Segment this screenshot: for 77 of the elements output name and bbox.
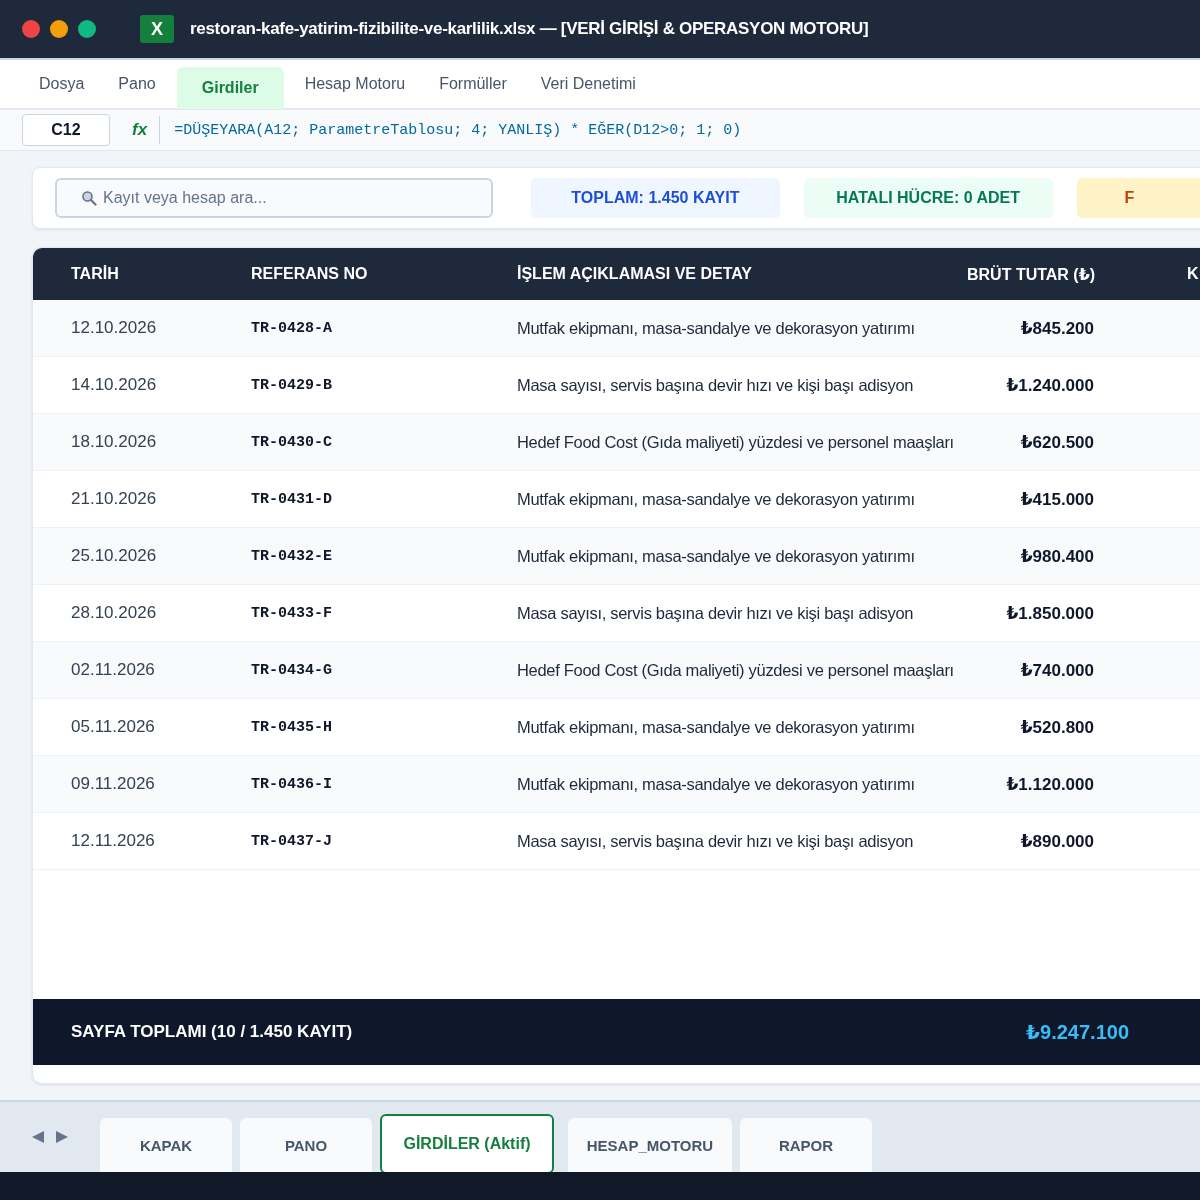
table-cell-text: Mutfak ekipmanı, masa-sandalye ve dekorasyon yatırımı <box>517 489 916 509</box>
app-logo-icon: X <box>140 15 174 43</box>
table-cell-text: 12.11.2026 <box>71 831 156 851</box>
table-row[interactable]: 12.10.2026 TR-0428-A Mutfak ekipmanı, masa-sandalye ve dekorasyon yatırımı ₺845.200 <box>33 300 1200 357</box>
table-cell-text: Hedef Food Cost (Gıda maliyeti) yüzdesi ve personel maaşları <box>517 432 955 452</box>
cell-reference-field[interactable]: C12 <box>22 114 110 146</box>
menu-tab[interactable]: Pano <box>101 65 173 103</box>
maximize-button[interactable] <box>78 20 96 38</box>
table-cell-text: 14.10.2026 <box>71 375 158 395</box>
formula-text[interactable]: =DÜŞEYARA(A12; ParametreTablosu; 4; YANLIŞ) * EĞER(D12>0; 1; 0) <box>174 121 742 139</box>
table-cell-text: TR-0435-H <box>251 718 333 736</box>
sheet-tab[interactable]: GİRDİLER (Aktif) <box>380 1114 554 1174</box>
table-row[interactable]: 09.11.2026 TR-0436-I Mutfak ekipmanı, masa-sandalye ve dekorasyon yatırımı ₺1.120.000 <box>33 756 1200 813</box>
table-cell-text: ₺890.000 <box>1019 830 1094 852</box>
table-cell-text: ₺980.400 <box>1019 545 1094 567</box>
table-cell-text: ₺620.500 <box>1019 431 1094 453</box>
table-cell-text: TR-0430-C <box>251 433 333 451</box>
table-cell-text: Mutfak ekipmanı, masa-sandalye ve dekorasyon yatırımı <box>517 318 916 338</box>
column-header[interactable]: K <box>1187 265 1200 283</box>
table-cell-text: ₺1.240.000 <box>1005 374 1094 396</box>
footer-label: SAYFA TOPLAMI (10 / 1.450 KAYIT) <box>71 1022 354 1042</box>
menu-tab[interactable]: Hesap Motoru <box>287 65 423 103</box>
footer-total: ₺9.247.100 <box>1025 1020 1129 1044</box>
table-cell-text: TR-0429-B <box>251 376 333 394</box>
table-cell-text: Mutfak ekipmanı, masa-sandalye ve dekorasyon yatırımı <box>517 774 916 794</box>
minimize-button[interactable] <box>50 20 68 38</box>
sheet-tab[interactable]: KAPAK <box>100 1118 232 1172</box>
table-cell-text: 18.10.2026 <box>71 432 158 452</box>
table-cell-text: Mutfak ekipmanı, masa-sandalye ve dekorasyon yatırımı <box>517 717 916 737</box>
table-cell-text: 21.10.2026 <box>71 489 158 509</box>
table-cell-text: Masa sayısı, servis başına devir hızı ve kişi başı adisyon <box>517 375 915 395</box>
table-cell-text: 12.10.2026 <box>71 318 158 338</box>
stat-badge: TOPLAM: 1.450 KAYIT <box>531 178 780 218</box>
sheet-tab[interactable]: HESAP_MOTORU <box>568 1118 732 1172</box>
table-row[interactable]: 02.11.2026 TR-0434-G Hedef Food Cost (Gıda maliyeti) yüzdesi ve personel maaşları ₺740.000 <box>33 642 1200 699</box>
table-cell-text: ₺1.850.000 <box>1005 602 1094 624</box>
table-cell-text: ₺1.120.000 <box>1005 773 1094 795</box>
window-title: restoran-kafe-yatirim-fizibilite-ve-karlilik.xlsx — [VERİ GİRİŞİ & OPERASYON MOTORU] <box>190 19 869 39</box>
table-cell-text: TR-0433-F <box>251 604 333 622</box>
table-cell-text: 02.11.2026 <box>71 660 156 680</box>
menu-tab[interactable]: Dosya <box>22 65 102 103</box>
table-cell-text: TR-0428-A <box>251 319 333 337</box>
table-cell-text: Masa sayısı, servis başına devir hızı ve kişi başı adisyon <box>517 603 915 623</box>
table-cell-text: ₺740.000 <box>1019 659 1094 681</box>
sheet-tab[interactable]: PANO <box>240 1118 372 1172</box>
table-cell-text: 28.10.2026 <box>71 603 158 623</box>
table-cell-text: TR-0432-E <box>251 547 333 565</box>
menu-tab[interactable]: Formüller <box>422 65 524 103</box>
table-cell-text: Hedef Food Cost (Gıda maliyeti) yüzdesi ve personel maaşları <box>517 660 955 680</box>
table-cell-text: Masa sayısı, servis başına devir hızı ve kişi başı adisyon <box>517 831 915 851</box>
column-header[interactable]: TARİH <box>71 265 251 283</box>
stat-badge: F <box>1076 178 1200 218</box>
function-label: fx <box>132 116 161 144</box>
menu-tab[interactable]: Veri Denetimi <box>523 65 653 103</box>
table-cell-text: TR-0436-I <box>251 775 333 793</box>
sheet-tab[interactable]: RAPOR <box>740 1118 872 1172</box>
stat-badge: HATALI HÜCRE: 0 ADET <box>803 178 1053 218</box>
close-button[interactable] <box>22 20 40 38</box>
column-header[interactable]: REFERANS NO <box>251 265 517 283</box>
table-row[interactable]: 18.10.2026 TR-0430-C Hedef Food Cost (Gıda maliyeti) yüzdesi ve personel maaşları ₺620.500 <box>33 414 1200 471</box>
table-row[interactable]: 12.11.2026 TR-0437-J Masa sayısı, servis başına devir hızı ve kişi başı adisyon ₺890.000 <box>33 813 1200 870</box>
table-row[interactable]: 25.10.2026 TR-0432-E Mutfak ekipmanı, masa-sandalye ve dekorasyon yatırımı ₺980.400 <box>33 528 1200 585</box>
table-cell-text: 05.11.2026 <box>71 717 156 737</box>
table-cell-text: TR-0434-G <box>251 661 333 679</box>
table-cell-text: ₺845.200 <box>1019 317 1094 339</box>
column-header[interactable]: İŞLEM AÇIKLAMASI VE DETAY <box>517 265 967 283</box>
table-cell-text: ₺415.000 <box>1019 488 1094 510</box>
table-cell-text: 25.10.2026 <box>71 546 158 566</box>
table-cell-text: TR-0437-J <box>251 832 333 850</box>
column-header[interactable]: BRÜT TUTAR (₺) <box>967 264 1094 284</box>
table-cell-text: 09.11.2026 <box>71 774 156 794</box>
menu-tab[interactable]: Girdiler <box>176 67 284 109</box>
table-cell-text: TR-0431-D <box>251 490 333 508</box>
table-cell-text: ₺520.800 <box>1019 716 1094 738</box>
search-field[interactable]: Kayıt veya hesap ara... <box>55 178 493 218</box>
table-cell-text: Mutfak ekipmanı, masa-sandalye ve dekorasyon yatırımı <box>517 546 916 566</box>
scroll-arrows-icon <box>32 1130 68 1144</box>
